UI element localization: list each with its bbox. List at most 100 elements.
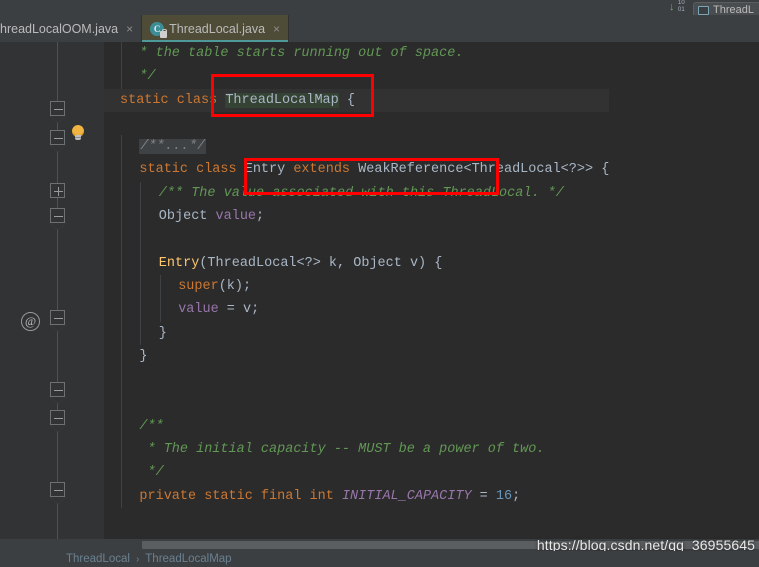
- indent-guide: [121, 321, 122, 345]
- indent-guide: [121, 461, 122, 485]
- window-icon: [698, 5, 710, 15]
- breadcrumb-separator: ›: [135, 553, 140, 565]
- close-icon[interactable]: ×: [273, 23, 280, 35]
- code-line: }: [104, 321, 609, 345]
- code-line: value = v;: [104, 298, 609, 322]
- download-arrow-glyph: ↓: [669, 1, 675, 13]
- indent-guide: [140, 205, 142, 229]
- download-count-bottom: 01: [678, 7, 685, 13]
- code-token: */: [139, 69, 156, 85]
- code-token: ThreadLocalMap: [225, 92, 339, 108]
- source-code: * the table starts running out of space.…: [104, 42, 610, 508]
- breadcrumb-item-threadlocal[interactable]: ThreadLocal: [66, 553, 130, 565]
- fold-marker[interactable]: [50, 130, 66, 152]
- indent-guide: [140, 274, 142, 299]
- code-token: value: [215, 209, 257, 225]
- editor-gutter[interactable]: @: [0, 42, 44, 539]
- fold-marker[interactable]: [50, 310, 66, 332]
- toolbar-right-group: ↓ 10 01 ThreadL: [667, 0, 759, 17]
- code-line: /**...*/: [104, 135, 609, 159]
- code-token: */: [139, 465, 164, 481]
- code-token: =: [471, 488, 496, 504]
- code-line: [104, 368, 609, 392]
- fold-marker[interactable]: [50, 382, 66, 404]
- editor-tab-bar: hreadLocalOOM.java × C ThreadLocal.java …: [0, 15, 759, 42]
- code-line: [104, 391, 609, 415]
- code-token: * The initial capacity -- MUST be a powe…: [139, 442, 545, 458]
- indent-guide: [121, 391, 122, 415]
- indent-guide: [140, 228, 142, 252]
- code-token: value: [178, 302, 227, 318]
- code-token: static class: [120, 92, 226, 108]
- code-line: super(k);: [104, 274, 609, 299]
- code-token: ;: [256, 209, 265, 225]
- indent-guide: [121, 251, 122, 275]
- code-folding-strip[interactable]: [44, 42, 104, 539]
- code-line: */: [104, 65, 609, 89]
- code-line: Object value;: [104, 205, 609, 229]
- code-line: * the table starts running out of space.: [104, 42, 609, 66]
- indent-guide: [121, 205, 122, 229]
- code-line: /** The value associated with this Threa…: [104, 181, 609, 206]
- indent-guide: [121, 135, 122, 159]
- breadcrumb-item-threadlocalmap[interactable]: ThreadLocalMap: [145, 553, 231, 565]
- intention-bulb-icon[interactable]: [71, 125, 85, 141]
- code-line: private static final int INITIAL_CAPACIT…: [104, 484, 609, 508]
- code-line: /**: [104, 414, 609, 439]
- code-token: private static final int: [139, 488, 342, 504]
- code-token: = v;: [226, 302, 260, 318]
- code-token: /**...*/: [139, 139, 207, 155]
- close-icon[interactable]: ×: [126, 23, 133, 35]
- code-line: * The initial capacity -- MUST be a powe…: [104, 438, 609, 462]
- indent-guide: [121, 158, 122, 182]
- fold-marker[interactable]: [50, 101, 66, 123]
- code-token: Entry: [158, 255, 200, 271]
- indent-guide: [121, 65, 122, 89]
- tab-label: hreadLocalOOM.java: [0, 21, 119, 36]
- indent-guide: [121, 42, 122, 66]
- code-token: WeakReference: [358, 162, 464, 178]
- indent-guide: [140, 251, 142, 275]
- code-token: }: [139, 348, 148, 364]
- code-line: static class ThreadLocalMap {: [104, 88, 610, 112]
- code-token: ;: [512, 488, 521, 504]
- code-editor[interactable]: @ * the table starts running out of spac…: [0, 42, 759, 539]
- indent-guide: [159, 298, 161, 322]
- indent-guide: [140, 321, 142, 345]
- code-token: super: [178, 278, 219, 294]
- tab-threadlocal-java[interactable]: C ThreadLocal.java ×: [142, 15, 290, 42]
- code-token: }: [158, 325, 167, 341]
- code-line: Entry(ThreadLocal<?> k, Object v) {: [104, 251, 609, 275]
- breadcrumb[interactable]: ThreadLocal › ThreadLocalMap: [0, 551, 759, 567]
- indent-guide: [121, 438, 122, 462]
- indent-guide: [121, 484, 122, 508]
- toolbar: ↓ 10 01 ThreadL: [0, 0, 759, 17]
- fold-marker[interactable]: [50, 482, 66, 504]
- tab-threadlocaloom-java[interactable]: hreadLocalOOM.java ×: [0, 15, 143, 42]
- lock-badge-icon: [160, 28, 168, 38]
- code-token: Object: [158, 209, 216, 225]
- code-token: INITIAL_CAPACITY: [341, 488, 472, 504]
- code-token: * the table starts running out of space.: [139, 46, 464, 61]
- code-line: }: [104, 344, 609, 369]
- fold-marker[interactable]: [50, 410, 66, 432]
- indent-guide: [121, 181, 122, 206]
- fold-marker[interactable]: [50, 208, 66, 230]
- code-token: static class: [139, 162, 245, 178]
- code-token: (k);: [218, 278, 252, 294]
- indent-guide: [121, 344, 122, 369]
- indent-guide: [140, 181, 142, 206]
- code-token: Entry: [244, 162, 294, 178]
- download-arrow-icon[interactable]: ↓ 10 01: [667, 0, 689, 15]
- code-token: extends: [293, 162, 359, 178]
- tab-label: ThreadLocal.java: [169, 21, 266, 36]
- indent-guide: [121, 228, 122, 252]
- code-text-area[interactable]: * the table starts running out of space.…: [104, 42, 759, 539]
- code-token: <ThreadLocal<?>> {: [463, 162, 610, 178]
- fold-marker-expand[interactable]: [50, 183, 65, 198]
- indent-guide: [121, 368, 122, 392]
- code-line: */: [104, 461, 609, 485]
- ide-window: ↓ 10 01 ThreadL hreadLocalOOM.java × C T…: [0, 0, 759, 567]
- annotation-marker-icon[interactable]: @: [21, 312, 40, 331]
- code-token: /** The value associated with this Threa…: [158, 185, 564, 201]
